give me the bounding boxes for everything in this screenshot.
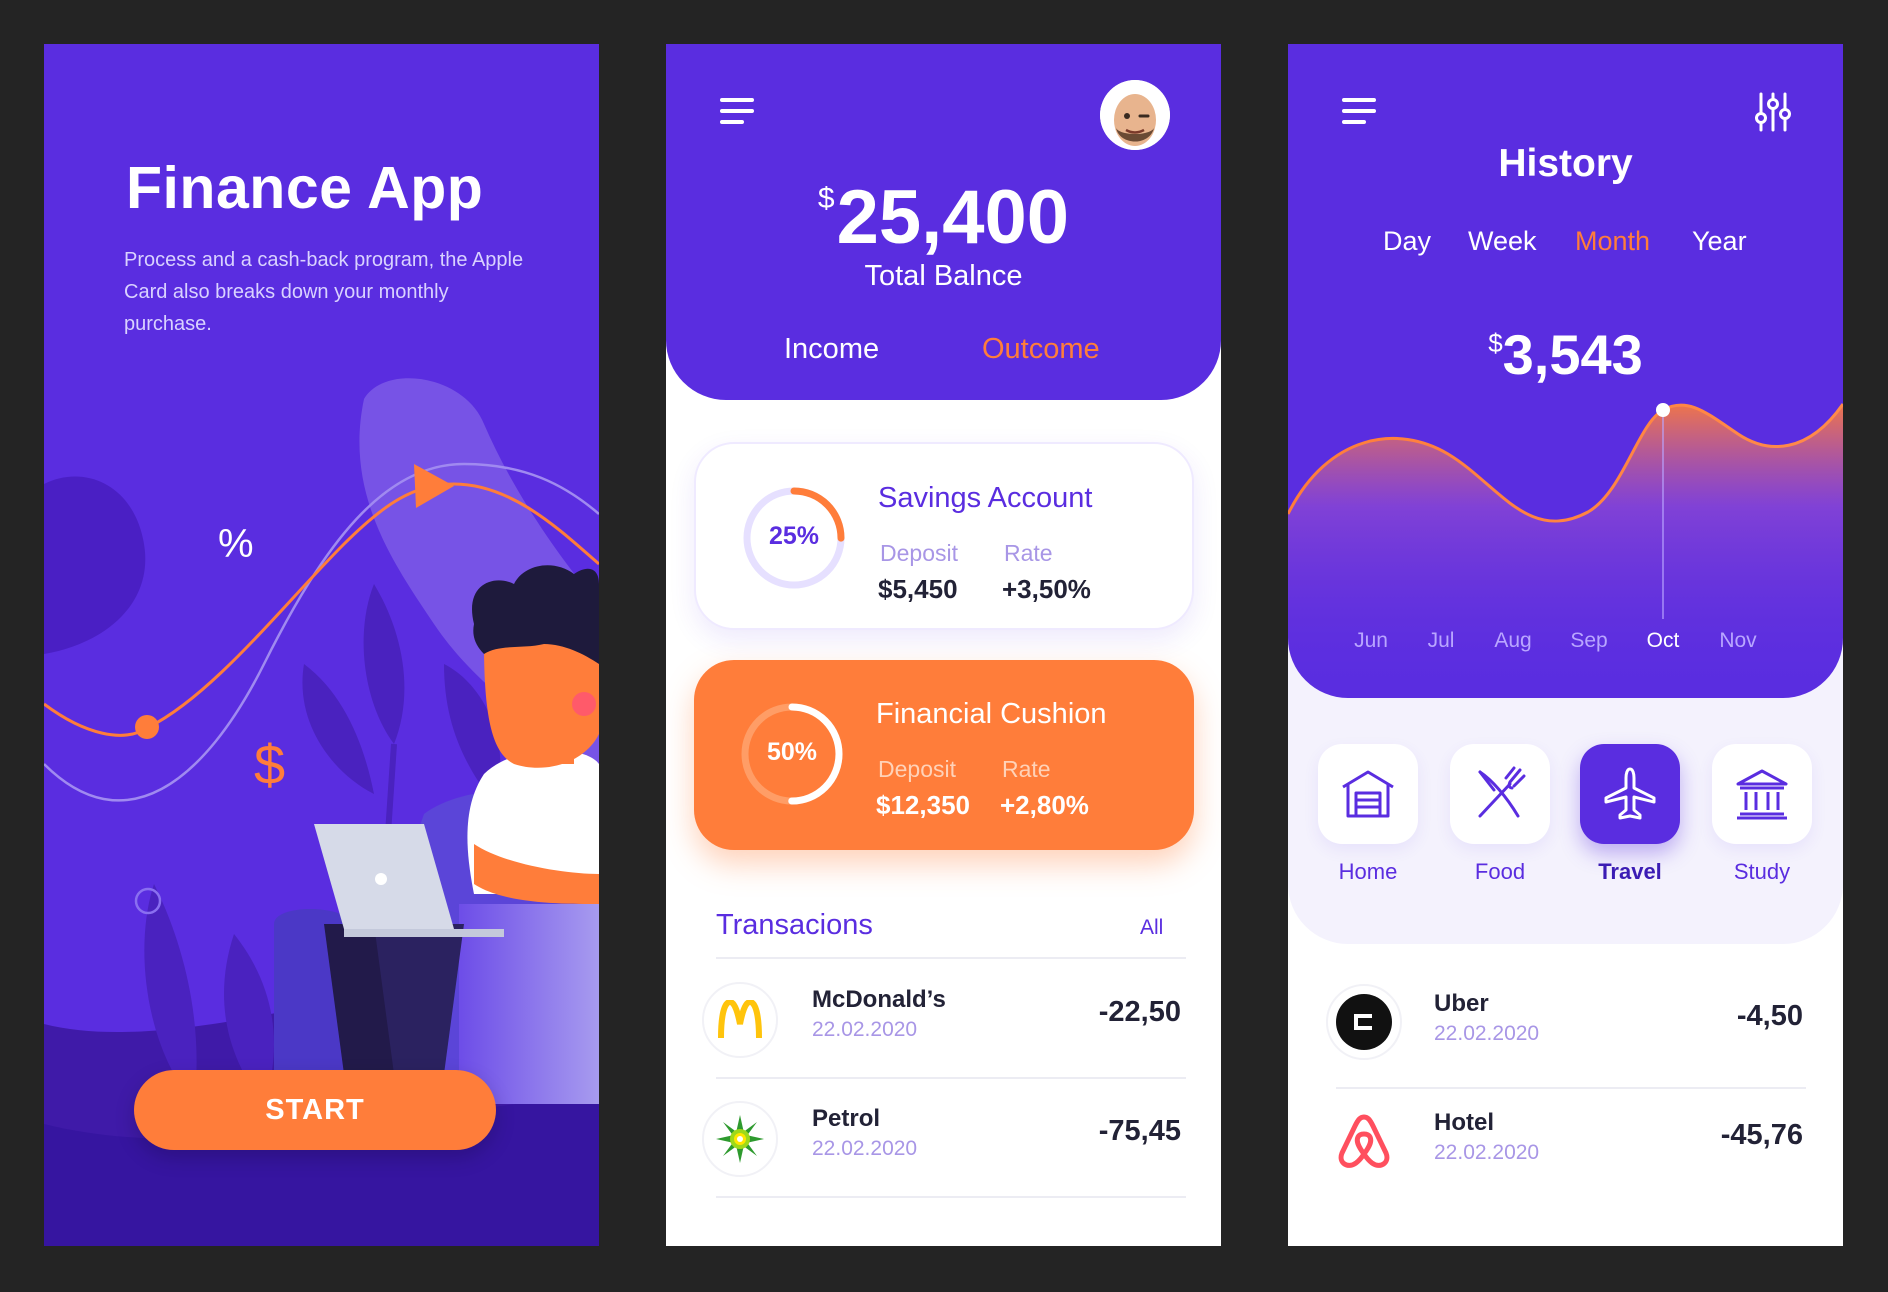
onboarding-illustration [44, 378, 599, 1246]
history-total: $3,543 [1288, 322, 1843, 387]
month-label-selected[interactable]: Oct [1633, 629, 1693, 653]
balance-currency: $ [817, 182, 835, 215]
transaction-row[interactable]: McDonald’s 22.02.2020 -22,50 [666, 974, 1221, 1084]
transaction-amount: -45,76 [1720, 1119, 1803, 1151]
transaction-row[interactable]: Uber 22.02.2020 -4,50 [1288, 984, 1843, 1094]
history-screen: History Day Week Month Year $3,543 Jun J… [1288, 44, 1843, 1246]
tab-day[interactable]: Day [1383, 226, 1431, 257]
balance-label: Total Balnce [864, 260, 1023, 292]
transaction-name: Uber [1434, 990, 1489, 1017]
bp-logo-icon [702, 1101, 778, 1177]
savings-percent: 25% [768, 522, 820, 550]
history-header: History Day Week Month Year $3,543 Jun J… [1288, 44, 1843, 698]
category-home-button[interactable] [1318, 744, 1418, 844]
transaction-date: 22.02.2020 [812, 1018, 918, 1041]
tab-outcome[interactable]: Outcome [982, 333, 1100, 366]
cushion-percent: 50% [766, 738, 818, 766]
start-button[interactable]: START [134, 1070, 496, 1150]
airbnb-logo-icon [1326, 1103, 1402, 1179]
total-balance: $25,400 [666, 174, 1221, 261]
transaction-date: 22.02.2020 [1434, 1022, 1540, 1045]
dollar-symbol: $ [254, 733, 286, 796]
savings-deposit-label: Deposit [880, 540, 958, 566]
tab-year[interactable]: Year [1692, 226, 1747, 257]
bank-building-icon [1736, 769, 1788, 820]
savings-title: Savings Account [878, 482, 1093, 514]
transaction-amount: -4,50 [1736, 1000, 1803, 1032]
category-study-label: Study [1733, 859, 1791, 884]
app-description: Process and a cash-back program, the App… [124, 249, 524, 335]
chart-area [1288, 404, 1843, 698]
transaction-date: 22.02.2020 [1434, 1141, 1540, 1164]
cushion-deposit-label: Deposit [878, 756, 956, 782]
divider [716, 957, 1186, 959]
savings-rate-value: +3,50% [1002, 574, 1091, 604]
filter-sliders-icon[interactable] [1755, 92, 1791, 132]
cushion-rate-value: +2,80% [1000, 790, 1089, 820]
cushion-title: Financial Cushion [876, 698, 1107, 730]
garage-home-icon [1342, 770, 1394, 818]
transaction-row[interactable]: Hotel 22.02.2020 -45,76 [1288, 1103, 1843, 1213]
balance-amount: 25,400 [836, 175, 1070, 260]
transaction-amount: -75,45 [1098, 1115, 1181, 1147]
savings-deposit-value: $5,450 [878, 574, 958, 604]
transaction-name: McDonald’s [812, 986, 946, 1013]
mcdonalds-logo-icon [702, 982, 778, 1058]
month-label[interactable]: Jun [1341, 629, 1401, 653]
transaction-name: Petrol [812, 1105, 881, 1132]
month-label[interactable]: Sep [1559, 629, 1619, 653]
hamburger-menu-icon[interactable] [720, 96, 756, 126]
month-label[interactable]: Jul [1411, 629, 1471, 653]
page-title: History [1498, 142, 1633, 185]
hamburger-menu-icon[interactable] [1342, 96, 1378, 126]
transaction-date: 22.02.2020 [812, 1137, 918, 1160]
savings-rate-label: Rate [1004, 540, 1053, 566]
percent-symbol: % [218, 522, 254, 566]
savings-account-card[interactable]: 25% Savings Account Deposit Rate $5,450 … [694, 442, 1194, 630]
history-amount: 3,543 [1502, 323, 1643, 386]
airplane-icon [1604, 767, 1656, 820]
category-study-button[interactable] [1712, 744, 1812, 844]
category-home-label: Home [1338, 859, 1398, 884]
app-title: Finance App [126, 155, 484, 221]
transaction-row[interactable]: Petrol 22.02.2020 -75,45 [666, 1093, 1221, 1203]
divider [716, 1077, 1186, 1079]
history-currency: $ [1488, 328, 1503, 358]
onboarding-screen: Finance App Process and a cash-back prog… [44, 44, 599, 1246]
category-food-label: Food [1474, 859, 1526, 884]
tab-month[interactable]: Month [1575, 226, 1650, 257]
month-label[interactable]: Aug [1483, 629, 1543, 653]
financial-cushion-card[interactable]: 50% Financial Cushion Deposit Rate $12,3… [694, 660, 1194, 850]
divider [1336, 1087, 1806, 1089]
transactions-title: Transacions [716, 909, 873, 941]
selected-point [1656, 403, 1670, 417]
avatar-face-icon [1100, 80, 1170, 150]
dashboard-screen: $25,400 Total Balnce Income Outcome 25% … [666, 44, 1221, 1246]
tab-income[interactable]: Income [784, 333, 879, 366]
avatar[interactable] [1100, 80, 1170, 150]
transaction-name: Hotel [1434, 1109, 1494, 1136]
fork-knife-icon [1478, 766, 1526, 818]
divider [716, 1196, 1186, 1198]
cushion-deposit-value: $12,350 [876, 790, 970, 820]
tab-week[interactable]: Week [1468, 226, 1537, 257]
cushion-rate-label: Rate [1002, 756, 1051, 782]
category-travel-label: Travel [1598, 859, 1662, 884]
view-all-link[interactable]: All [1140, 916, 1163, 940]
month-label[interactable]: Nov [1708, 629, 1768, 653]
dashboard-header: $25,400 Total Balnce Income Outcome [666, 44, 1221, 400]
category-travel-button[interactable] [1580, 744, 1680, 844]
transaction-amount: -22,50 [1098, 996, 1181, 1028]
uber-logo-icon [1326, 984, 1402, 1060]
category-food-button[interactable] [1450, 744, 1550, 844]
